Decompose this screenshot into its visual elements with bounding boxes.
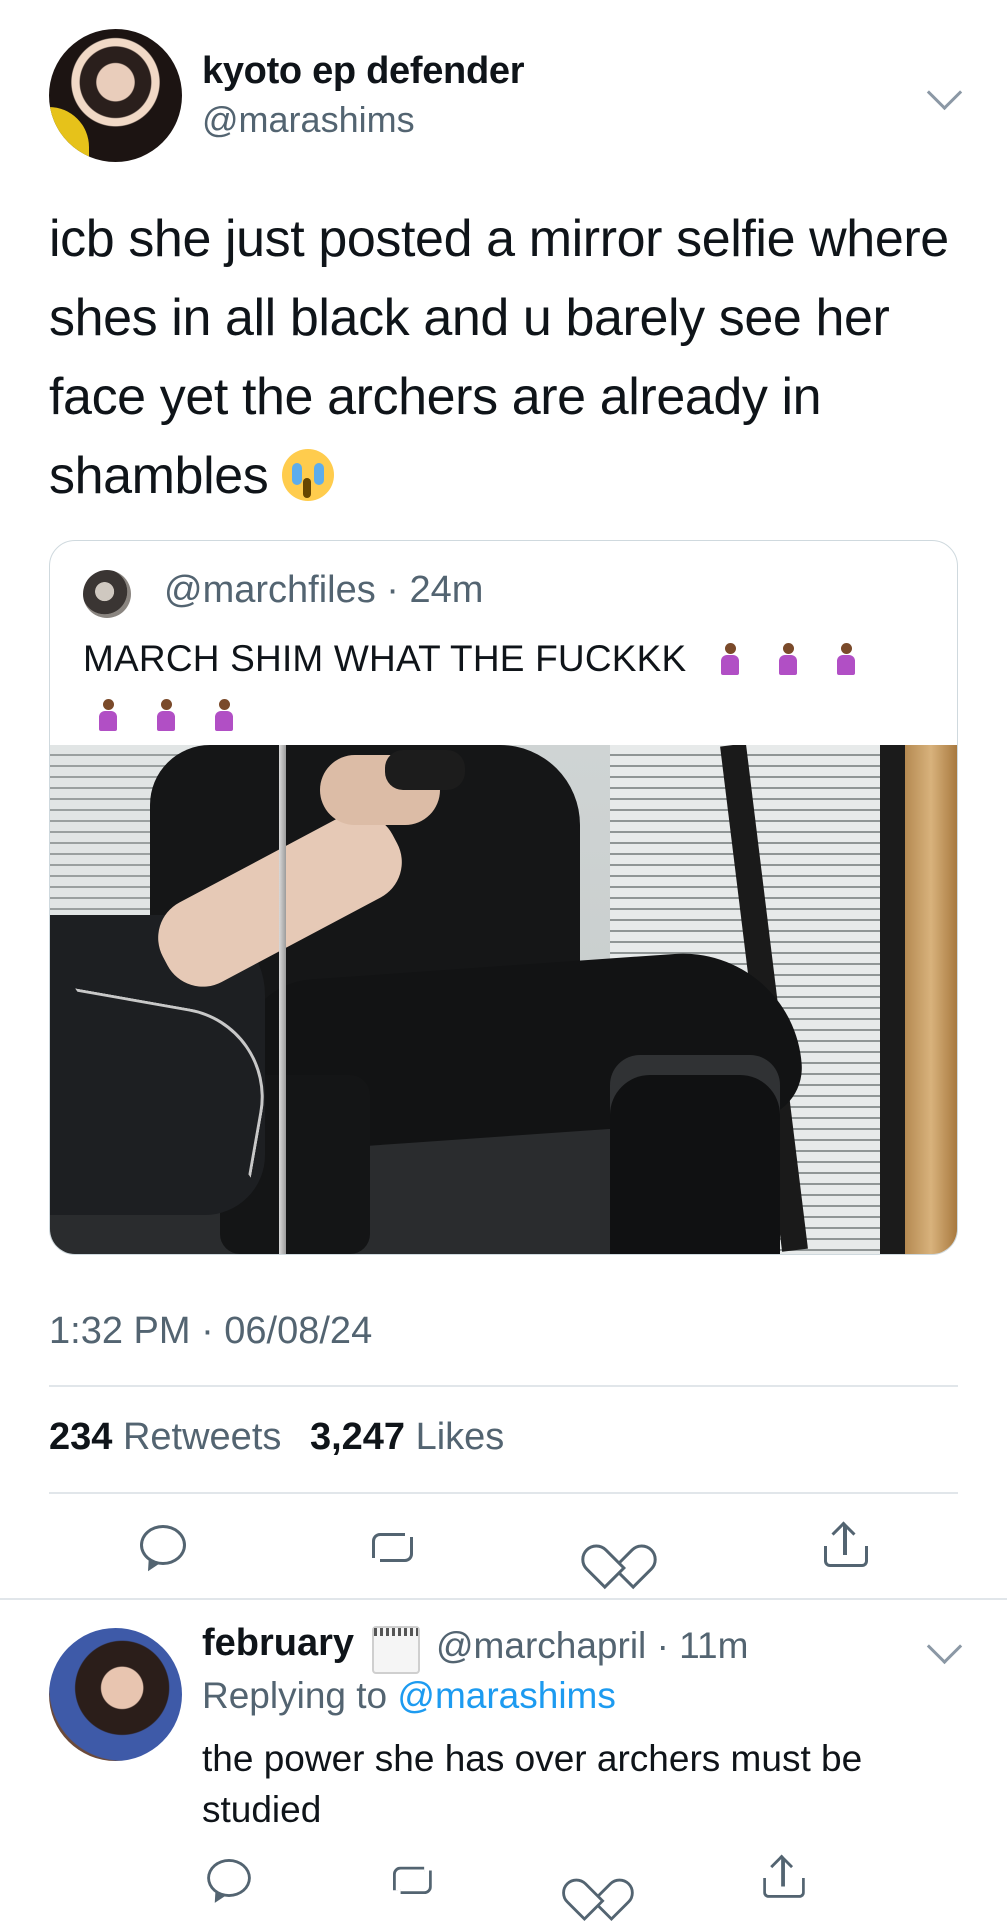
reply-text: the power she has over archers must be s…: [202, 1738, 863, 1830]
section-divider: [0, 1598, 1007, 1600]
share-icon[interactable]: [763, 1854, 805, 1898]
person-kneeling-icon: [95, 699, 121, 733]
tweet-timestamp[interactable]: 1:32 PM · 06/08/24: [49, 1310, 372, 1353]
reply-display-name[interactable]: february: [202, 1622, 354, 1665]
reply-icon[interactable]: [207, 1859, 251, 1897]
chevron-down-icon[interactable]: [926, 74, 963, 111]
quoted-avatar: [83, 570, 131, 618]
retweets-count[interactable]: 234: [49, 1416, 112, 1458]
replying-prefix: Replying to: [202, 1675, 388, 1716]
loudly-crying-face-icon: [282, 449, 335, 501]
person-kneeling-icon: [775, 643, 801, 677]
chevron-down-icon[interactable]: [926, 1628, 963, 1665]
heart-icon[interactable]: [576, 1861, 618, 1899]
author-handle[interactable]: @marashims: [202, 99, 415, 141]
divider: [49, 1492, 958, 1494]
reply-meta: @marchapril · 11m: [436, 1625, 748, 1667]
likes-label[interactable]: Likes: [416, 1416, 505, 1458]
person-kneeling-icon: [717, 643, 743, 677]
share-icon[interactable]: [824, 1521, 868, 1567]
quoted-text-body: MARCH SHIM WHAT THE FUCKKK: [83, 638, 687, 679]
quoted-handle: @marchfiles: [164, 569, 376, 611]
quoted-age: 24m: [409, 569, 484, 611]
person-kneeling-icon: [153, 699, 179, 733]
retweet-icon[interactable]: [368, 1527, 414, 1563]
divider: [49, 1385, 958, 1387]
person-kneeling-icon: [833, 643, 859, 677]
quoted-separator: ·: [386, 569, 399, 611]
reply-handle[interactable]: @marchapril: [436, 1625, 646, 1666]
quoted-meta: @marchfiles · 24m: [164, 569, 483, 612]
retweets-label[interactable]: Retweets: [123, 1416, 281, 1458]
tweet-text: icb she just posted a mirror selfie wher…: [49, 200, 969, 516]
quoted-photo[interactable]: [50, 745, 957, 1254]
person-kneeling-icon: [211, 699, 237, 733]
reply-icon[interactable]: [140, 1525, 186, 1565]
spiral-calendar-icon: [372, 1626, 420, 1674]
tweet-stats: 234 Retweets 3,247 Likes: [49, 1416, 522, 1459]
quoted-text: MARCH SHIM WHAT THE FUCKKK: [83, 631, 933, 743]
reply-separator: ·: [656, 1625, 669, 1666]
author-avatar[interactable]: [49, 29, 182, 162]
reply-age: 11m: [679, 1625, 749, 1666]
retweet-icon[interactable]: [389, 1861, 433, 1895]
likes-count[interactable]: 3,247: [310, 1416, 405, 1458]
heart-icon[interactable]: [596, 1526, 640, 1566]
author-display-name[interactable]: kyoto ep defender: [202, 50, 524, 93]
replying-to-link[interactable]: @marashims: [397, 1675, 615, 1716]
tweet-text-body: icb she just posted a mirror selfie wher…: [49, 210, 949, 505]
replying-to-line: Replying to @marashims: [202, 1675, 616, 1717]
quoted-tweet-card[interactable]: @marchfiles · 24m MARCH SHIM WHAT THE FU…: [49, 540, 958, 1255]
reply-avatar[interactable]: [49, 1628, 182, 1761]
